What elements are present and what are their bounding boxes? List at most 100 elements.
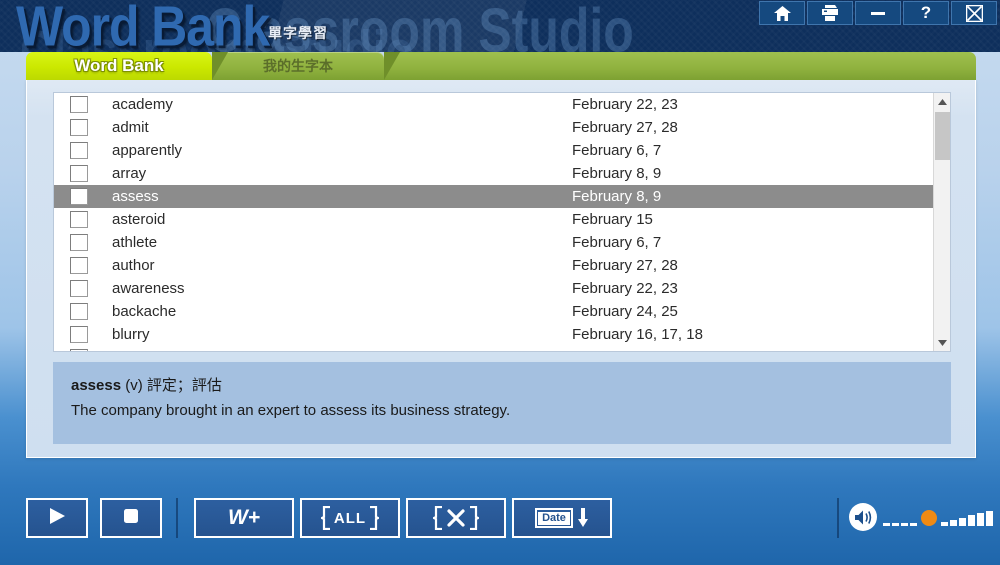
table-row[interactable]: author February 27, 28 <box>54 254 933 277</box>
volume-slider[interactable] <box>883 508 993 526</box>
app-header: Classroom Studio Classroom Studio Word B… <box>0 0 1000 52</box>
row-checkbox[interactable] <box>70 165 88 182</box>
app-logo: Word Bank <box>16 0 270 52</box>
volume-tick-low[interactable] <box>910 523 917 526</box>
volume-tick[interactable] <box>986 511 993 526</box>
table-row[interactable]: athlete February 6, 7 <box>54 231 933 254</box>
word-cell: awareness <box>112 280 185 297</box>
table-row[interactable]: awareness February 22, 23 <box>54 277 933 300</box>
stop-icon <box>123 508 139 529</box>
word-list-rows: academy February 22, 23 admit February 27, … <box>54 93 933 351</box>
row-checkbox[interactable] <box>70 211 88 228</box>
volume-tick[interactable] <box>950 519 957 526</box>
word-cell: array <box>112 165 147 182</box>
row-checkbox[interactable] <box>70 234 88 251</box>
print-button[interactable] <box>807 1 853 25</box>
word-cell: admit <box>112 119 149 136</box>
volume-tick-low[interactable] <box>883 523 890 526</box>
table-row[interactable]: asteroid February 15 <box>54 208 933 231</box>
word-list: academy February 22, 23 admit February 27, … <box>53 92 951 352</box>
date-cell: February 6, 7 <box>572 142 662 159</box>
tab-strip-filler <box>384 52 976 80</box>
volume-control[interactable] <box>849 503 993 531</box>
row-checkbox[interactable] <box>70 96 88 113</box>
volume-tick[interactable] <box>941 522 948 526</box>
row-checkbox[interactable] <box>70 257 88 274</box>
row-checkbox[interactable] <box>70 142 88 159</box>
close-button[interactable] <box>951 1 997 25</box>
volume-tick[interactable] <box>977 513 984 526</box>
word-cell: asteroid <box>112 211 166 228</box>
shuffle-button[interactable] <box>406 498 506 538</box>
help-button[interactable]: ? <box>903 1 949 25</box>
word-cell: academy <box>112 96 173 113</box>
table-row[interactable]: apparently February 6, 7 <box>54 139 933 162</box>
row-checkbox[interactable] <box>70 280 88 297</box>
sort-by-date-button[interactable]: Date <box>512 498 612 538</box>
table-row[interactable]: admit February 27, 28 <box>54 116 933 139</box>
select-all-button[interactable]: ALL <box>300 498 400 538</box>
word-plus-label: W+ <box>227 506 261 529</box>
volume-knob[interactable] <box>921 510 937 526</box>
window-controls: ? <box>759 1 997 25</box>
bottom-toolbar: W+ ALL Date <box>0 465 1000 565</box>
word-bank-app: Classroom Studio Classroom Studio Word B… <box>0 0 1000 565</box>
row-checkbox[interactable] <box>70 303 88 320</box>
word-cell: backache <box>112 303 177 320</box>
word-cell: athlete <box>112 234 158 251</box>
tab-my-wordbook[interactable]: 我的生字本 <box>212 52 384 80</box>
row-checkbox[interactable] <box>70 326 88 343</box>
table-row[interactable]: assess February 8, 9 <box>54 185 933 208</box>
date-cell: February 15 <box>572 211 653 228</box>
home-button[interactable] <box>759 1 805 25</box>
add-word-button[interactable]: W+ <box>194 498 294 538</box>
sort-date-label: Date <box>538 512 570 525</box>
date-cell: February 22, 23 <box>572 96 678 113</box>
row-checkbox[interactable] <box>70 119 88 136</box>
toolbar-divider <box>176 498 178 538</box>
word-cell: blurry <box>112 326 150 343</box>
tab-label: Word Bank <box>74 56 164 75</box>
table-row[interactable]: array February 8, 9 <box>54 162 933 185</box>
print-icon <box>821 5 839 21</box>
word-cell: apparently <box>112 142 183 159</box>
definition-panel: assess (v) 評定；評估 The company brought in … <box>53 362 951 444</box>
date-cell: February 6, 7 <box>572 349 661 351</box>
content-panel: academy February 22, 23 admit February 27, … <box>26 80 976 458</box>
app-logo-subtitle: 單字學習 <box>268 25 328 41</box>
date-cell: February 24, 25 <box>572 303 678 320</box>
word-cell: author <box>112 257 155 274</box>
toolbar-divider <box>837 498 839 538</box>
table-row[interactable]: blurry February 16, 17, 18 <box>54 323 933 346</box>
definition-example-sentence: The company brought in an expert to asse… <box>71 402 511 420</box>
select-all-label: ALL <box>333 509 367 527</box>
play-icon <box>47 506 67 531</box>
play-button[interactable] <box>26 498 88 538</box>
table-row[interactable]: academy February 22, 23 <box>54 93 933 116</box>
table-row[interactable]: bFebruary 6, 7 <box>54 346 933 351</box>
scroll-up-icon[interactable] <box>934 93 950 110</box>
volume-tick[interactable] <box>968 515 975 526</box>
shuffle-icon <box>433 506 479 530</box>
tab-word-bank[interactable]: Word Bank <box>26 52 212 80</box>
select-all-icon: ALL <box>320 506 380 530</box>
volume-tick-low[interactable] <box>901 523 908 526</box>
scrollbar-thumb[interactable] <box>935 112 950 160</box>
volume-tick[interactable] <box>959 517 966 526</box>
table-row[interactable]: backache February 24, 25 <box>54 300 933 323</box>
row-checkbox[interactable] <box>70 188 88 205</box>
volume-tick-low[interactable] <box>892 523 899 526</box>
minimize-button[interactable] <box>855 1 901 25</box>
definition-part-of-speech: (v) 評定；評估 <box>121 377 222 394</box>
date-cell: February 8, 9 <box>572 188 662 205</box>
row-checkbox[interactable] <box>70 349 88 351</box>
date-cell: February 22, 23 <box>572 280 678 297</box>
minimize-icon <box>871 10 885 16</box>
word-list-scrollbar[interactable] <box>933 93 950 351</box>
scroll-down-icon[interactable] <box>934 334 950 351</box>
tab-label: 我的生字本 <box>263 58 333 74</box>
date-cell: February 16, 17, 18 <box>572 326 703 343</box>
stop-button[interactable] <box>100 498 162 538</box>
close-icon <box>965 4 983 22</box>
speaker-icon[interactable] <box>849 503 877 531</box>
